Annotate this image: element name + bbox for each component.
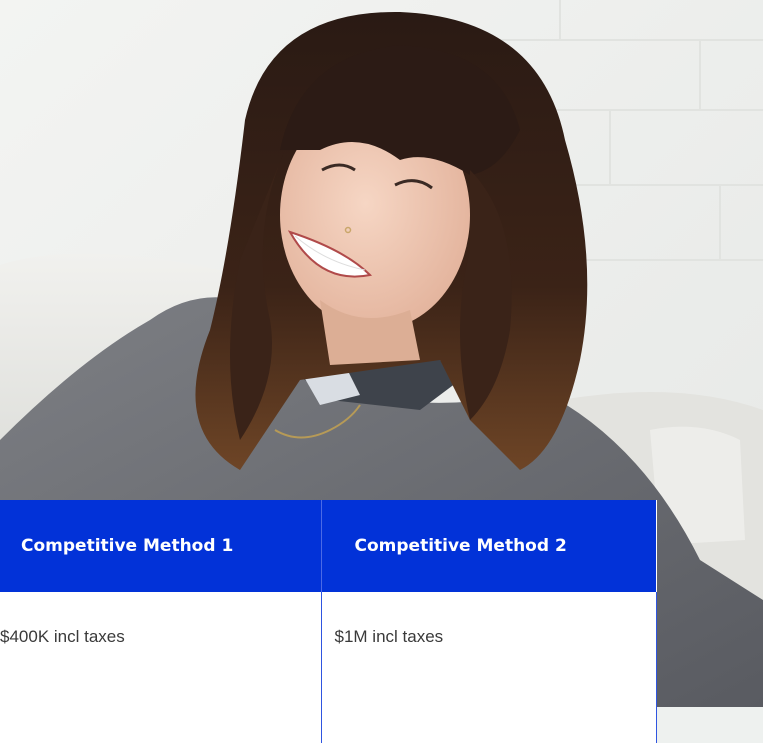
header-competitive-method-1: Competitive Method 1 xyxy=(0,500,322,592)
cell-method-1-price: $400K incl taxes xyxy=(0,592,322,743)
header-competitive-method-2: Competitive Method 2 xyxy=(321,500,656,592)
table-header-row: Competitive Method 1 Competitive Method … xyxy=(0,500,656,592)
cell-method-2-price: $1M incl taxes xyxy=(321,592,657,743)
table-row: $400K incl taxes $1M incl taxes xyxy=(0,592,657,743)
